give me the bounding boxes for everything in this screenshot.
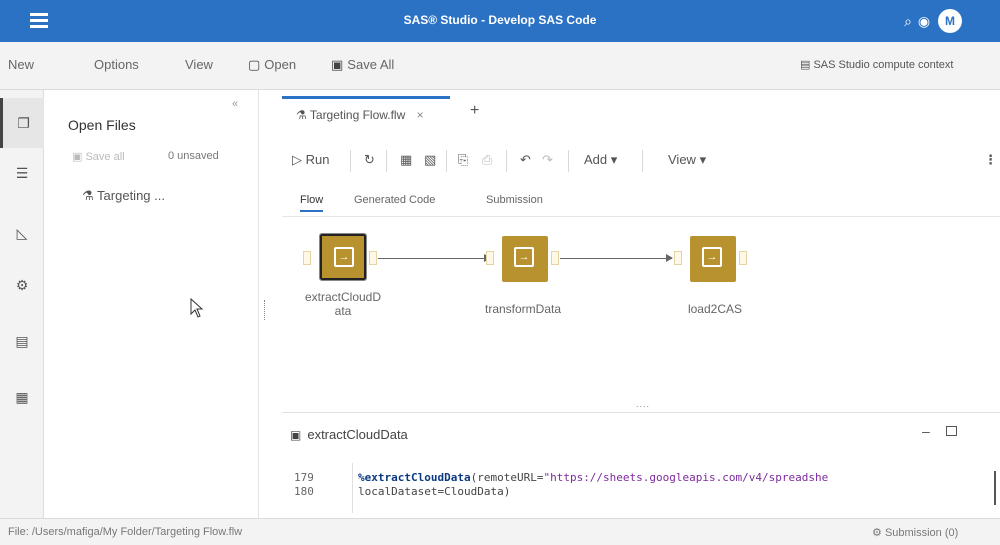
save-all-link[interactable]: ▣ Save all — [72, 150, 125, 163]
panel-resize-grip[interactable]: .... — [636, 399, 650, 409]
flow-connector — [560, 258, 672, 259]
connector-arrow — [666, 254, 673, 262]
tab-generated-code[interactable]: Generated Code — [354, 194, 435, 206]
view-menu[interactable]: View — [185, 57, 213, 72]
user-avatar[interactable]: M — [938, 9, 962, 33]
input-port[interactable] — [303, 251, 311, 265]
gear-icon[interactable]: ⚙ — [0, 260, 44, 310]
submission-status[interactable]: ⚙ Submission (0) — [872, 526, 958, 539]
node-label-transform: transformData — [484, 302, 562, 316]
clipboard-icon[interactable]: ▤ — [0, 316, 44, 366]
refresh-icon[interactable]: ↻ — [364, 152, 375, 168]
flow-node-extract[interactable]: → — [319, 233, 367, 281]
chevron-down-icon: ▾ — [699, 152, 707, 167]
mouse-cursor-icon — [190, 298, 204, 318]
flow-file-icon: ⚗ — [82, 188, 94, 203]
program-node-icon: → — [514, 247, 534, 267]
flow-connector — [378, 258, 490, 259]
run-icon: ▷ — [292, 152, 302, 167]
notification-icon[interactable]: ◉ — [914, 11, 934, 31]
chart-icon[interactable]: ◺ — [0, 208, 44, 258]
file-path: File: /Users/mafiga/My Folder/Targeting … — [8, 526, 243, 538]
input-port[interactable] — [486, 251, 494, 265]
program-icon: ▣ — [290, 428, 302, 442]
panel-resize-handle[interactable] — [264, 300, 267, 320]
flow-toolbar: ▷ Run ↻ ▦ ▧ ⎘ ⎙ ↶ ↷ Add ▾ View ▾ ⋮ — [272, 142, 1000, 182]
output-port[interactable] — [551, 251, 559, 265]
node-code-panel: ▣ extractCloudData – 179 180 %extractClou… — [282, 412, 1000, 518]
flow-subtabs: Flow Generated Code Submission — [272, 190, 1000, 218]
save-all-icon: ▣ — [331, 57, 344, 72]
flow-node-load[interactable]: → — [690, 236, 736, 282]
add-dropdown[interactable]: Add ▾ — [584, 152, 617, 168]
menu-bar: New Options View ▢ Open ▣ Save All ▤ SAS S… — [0, 42, 1000, 90]
table-icon[interactable]: ▦ — [400, 152, 412, 168]
gear-icon: ⚙ — [872, 527, 882, 539]
input-port[interactable] — [674, 251, 682, 265]
library-icon[interactable]: ▦ — [0, 372, 44, 422]
minimize-button[interactable]: – — [922, 423, 930, 439]
redo-icon[interactable]: ↷ — [542, 152, 553, 168]
more-options-icon[interactable]: ⋮ — [984, 152, 997, 168]
run-button[interactable]: ▷ Run — [292, 152, 329, 168]
output-port[interactable] — [739, 251, 747, 265]
undo-icon[interactable]: ↶ — [520, 152, 531, 168]
compute-context[interactable]: ▤ SAS Studio compute context — [800, 58, 953, 71]
flow-node-transform[interactable]: → — [502, 236, 548, 282]
text-cursor — [994, 471, 996, 505]
document-icon[interactable]: ☰ — [0, 148, 44, 198]
files-icon[interactable]: ❐ — [0, 98, 44, 148]
code-panel-title: ▣ extractCloudData — [290, 427, 408, 442]
table-remove-icon[interactable]: ▧ — [424, 152, 436, 168]
output-port[interactable] — [369, 251, 377, 265]
app-title: SAS® Studio - Develop SAS Code — [403, 13, 597, 27]
close-tab-icon[interactable]: × — [417, 108, 424, 122]
title-bar: SAS® Studio - Develop SAS Code ⌕ ◉ M — [0, 0, 1000, 42]
view-dropdown[interactable]: View ▾ — [668, 152, 706, 168]
paste-icon[interactable]: ⎙ — [482, 152, 492, 168]
open-button[interactable]: ▢ Open — [248, 57, 296, 73]
program-node-icon: → — [702, 247, 722, 267]
options-menu[interactable]: Options — [94, 57, 139, 72]
copy-icon[interactable]: ⎘ — [458, 152, 468, 168]
maximize-button[interactable] — [946, 426, 957, 436]
node-label-extract: extractCloudD ata — [304, 290, 382, 318]
tab-targeting-flow[interactable]: ⚗ Targeting Flow.flw × — [282, 96, 450, 130]
line-numbers: 179 180 — [294, 471, 314, 498]
tab-flow[interactable]: Flow — [300, 194, 324, 212]
code-editor[interactable]: %extractCloudData(remoteURL="https://she… — [358, 471, 994, 499]
folder-icon: ▢ — [248, 57, 261, 72]
save-all-button[interactable]: ▣ Save All — [331, 57, 394, 73]
node-label-load: load2CAS — [687, 302, 743, 316]
open-files-heading: Open Files — [68, 117, 136, 133]
open-file-item[interactable]: ⚗ Targeting ... — [82, 188, 165, 204]
unsaved-count: 0 unsaved — [168, 150, 219, 162]
new-menu[interactable]: New — [8, 57, 34, 72]
open-files-panel: « Open Files ▣ Save all 0 unsaved ⚗ Targ… — [44, 90, 259, 518]
editor-tab-strip: ⚗ Targeting Flow.flw × + — [272, 90, 1000, 130]
program-node-icon: → — [334, 247, 354, 267]
add-tab-button[interactable]: + — [470, 102, 479, 120]
navigation-rail: ❐ ☰ ◺ ⚙ ▤ ▦ — [0, 90, 44, 518]
flow-file-icon: ⚗ — [296, 108, 307, 122]
collapse-panel-button[interactable]: « — [232, 98, 238, 110]
chevron-down-icon: ▾ — [610, 152, 618, 167]
flow-canvas[interactable]: → → → extractCloudD ata transformData lo… — [272, 218, 1000, 408]
status-bar: File: /Users/mafiga/My Folder/Targeting … — [0, 518, 1000, 545]
tab-submission[interactable]: Submission — [486, 194, 543, 206]
